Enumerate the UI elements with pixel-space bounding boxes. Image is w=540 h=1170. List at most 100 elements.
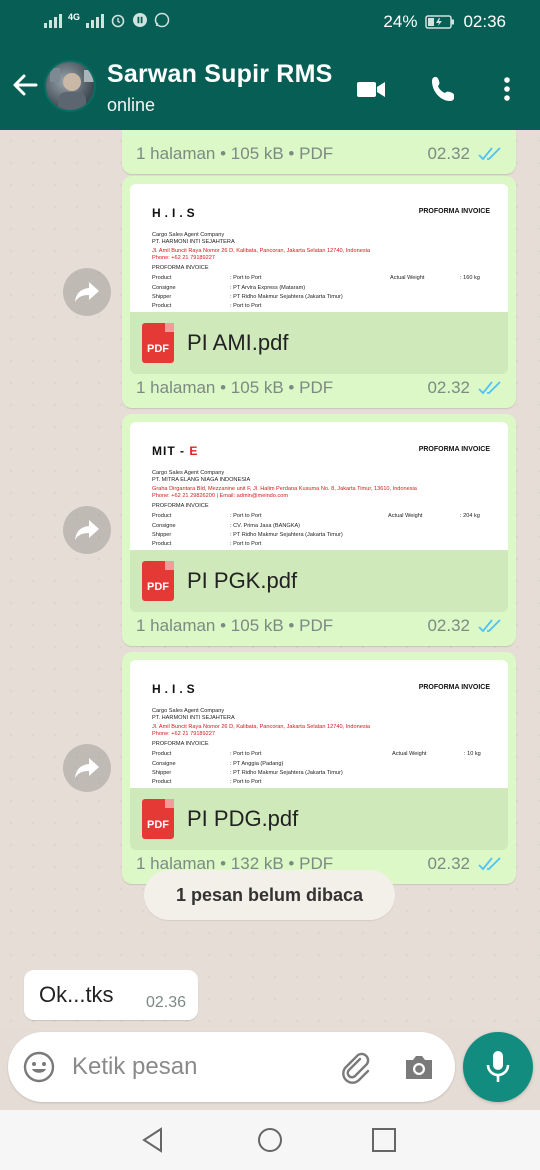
message-time: 02.32 — [427, 616, 470, 635]
document-meta: 1 halaman • 105 kB • PDF — [136, 616, 334, 635]
preview-row-value: : Port to Port — [230, 275, 262, 281]
video-call-icon[interactable] — [356, 74, 386, 104]
document-preview[interactable]: H.I.S PROFORMA INVOICE Cargo Sales Agent… — [130, 660, 508, 788]
camera-icon[interactable] — [403, 1052, 435, 1082]
preview-company: H.I.S — [152, 682, 199, 696]
pdf-file-icon: PDF — [142, 561, 174, 601]
document-meta: 1 halaman • 105 kB • PDF — [136, 144, 334, 163]
message-composer — [8, 1032, 455, 1102]
pdf-file-icon: PDF — [142, 323, 174, 363]
preview-company: H.I.S — [152, 206, 199, 220]
attach-icon[interactable] — [338, 1050, 372, 1084]
whatsapp-notification-icon — [154, 12, 170, 28]
preview-row-label: Product — [152, 303, 172, 309]
signal-icon-2 — [86, 12, 105, 28]
pause-notification-icon — [133, 13, 148, 27]
chat-header: Sarwan Supir RMS online — [0, 46, 540, 130]
file-name: PI PDG.pdf — [187, 806, 299, 831]
preview-line: PT. HARMONI INTI SEJAHTERA — [152, 715, 235, 721]
back-arrow-icon[interactable] — [10, 70, 40, 100]
preview-line: Cargo Sales Agent Company — [152, 470, 225, 476]
document-file[interactable]: PDF PI AMI.pdf — [130, 312, 508, 374]
pdf-file-icon: PDF — [142, 799, 174, 839]
more-options-icon[interactable] — [492, 74, 522, 104]
document-bubble[interactable]: MIT - E PROFORMA INVOICE Cargo Sales Age… — [122, 414, 516, 646]
preview-weight-value: : 204 kg — [460, 513, 480, 519]
preview-row-value: : Port to Port — [230, 541, 262, 547]
read-ticks-icon — [478, 857, 501, 871]
preview-line: Phone: +62 21 29826200 | Email: admin@me… — [152, 493, 289, 499]
document-preview[interactable]: MIT - E PROFORMA INVOICE Cargo Sales Age… — [130, 422, 508, 550]
nav-back-icon[interactable] — [140, 1127, 166, 1153]
message-time: 02.32 — [427, 144, 470, 163]
message-text: Ok...tks — [39, 982, 114, 1007]
clock: 02:36 — [463, 12, 506, 31]
forward-button[interactable] — [63, 506, 111, 554]
file-name: PI PGK.pdf — [187, 568, 298, 593]
preview-row-label: Product — [152, 541, 172, 547]
document-file[interactable]: PDF PI PDG.pdf — [130, 788, 508, 850]
emoji-icon[interactable] — [23, 1051, 55, 1083]
preview-row-label: Shipper — [152, 532, 172, 538]
preview-line: Phone: +62 21 79189227 — [152, 255, 215, 261]
status-bar: 4G 24% 02:36 — [0, 0, 540, 46]
forward-icon — [75, 282, 99, 302]
preview-doc-title: PROFORMA INVOICE — [418, 684, 490, 691]
preview-line: PT. HARMONI INTI SEJAHTERA — [152, 239, 235, 245]
alarm-icon — [111, 14, 125, 28]
document-meta: 1 halaman • 105 kB • PDF — [136, 378, 334, 397]
incoming-message-bubble[interactable]: Ok...tks 02.36 — [24, 970, 198, 1020]
preview-doc-title: PROFORMA INVOICE — [418, 446, 490, 453]
nav-recents-icon[interactable] — [371, 1127, 397, 1153]
preview-line: Jl. Amil Buncit Raya Nomor 26 D, Kalibat… — [152, 724, 370, 730]
preview-row-label: Shipper — [152, 294, 172, 300]
preview-weight-label: Actual Weight — [388, 513, 423, 519]
preview-line: PROFORMA INVOICE — [152, 503, 209, 509]
file-name: PI AMI.pdf — [187, 330, 289, 355]
document-bubble-partial[interactable]: 1 halaman • 105 kB • PDF 02.32 — [122, 130, 516, 174]
preview-row-value: : Port to Port — [230, 779, 262, 785]
preview-row-value: : PT Anggia (Padang) — [230, 761, 284, 767]
signal-icon — [44, 12, 62, 28]
preview-row-label: Product — [152, 513, 172, 519]
preview-row-value: : Port to Port — [230, 751, 262, 757]
network-type: 4G — [68, 12, 81, 22]
forward-button[interactable] — [63, 744, 111, 792]
document-file[interactable]: PDF PI PGK.pdf — [130, 550, 508, 612]
contact-avatar[interactable] — [44, 60, 96, 112]
forward-icon — [75, 520, 99, 540]
preview-weight-label: Actual Weight — [392, 751, 427, 757]
message-input[interactable] — [72, 1050, 322, 1084]
preview-row-value: : PT Ridho Makmur Sejahtera (Jakarta Tim… — [230, 532, 343, 538]
read-ticks-icon — [478, 381, 501, 395]
document-bubble[interactable]: H.I.S PROFORMA INVOICE Cargo Sales Agent… — [122, 176, 516, 408]
preview-row-value: : Port to Port — [230, 513, 262, 519]
preview-line: Phone: +62 21 79189227 — [152, 731, 215, 737]
voice-message-button[interactable] — [463, 1032, 533, 1102]
preview-doc-title: PROFORMA INVOICE — [418, 208, 490, 215]
nav-home-icon[interactable] — [257, 1127, 283, 1153]
contact-name[interactable]: Sarwan Supir RMS — [107, 60, 332, 89]
preview-row-label: Consigne — [152, 761, 176, 767]
preview-line: Cargo Sales Agent Company — [152, 232, 225, 238]
document-bubble[interactable]: H.I.S PROFORMA INVOICE Cargo Sales Agent… — [122, 652, 516, 884]
preview-row-value: : PT Arvira Express (Mataram) — [230, 285, 306, 291]
preview-row-label: Consigne — [152, 523, 176, 529]
preview-row-label: Product — [152, 275, 172, 281]
preview-company: MIT - E — [152, 444, 199, 458]
preview-row-value: : PT Ridho Makmur Sejahtera (Jakarta Tim… — [230, 770, 343, 776]
document-preview[interactable]: H.I.S PROFORMA INVOICE Cargo Sales Agent… — [130, 184, 508, 312]
preview-line: PROFORMA INVOICE — [152, 741, 209, 747]
read-ticks-icon — [478, 147, 501, 161]
preview-weight-value: : 160 kg — [460, 275, 480, 281]
preview-line: PT. MITRA ELANG NIAGA INDONESIA — [152, 477, 251, 483]
voice-call-icon[interactable] — [429, 74, 459, 104]
preview-row-value: : Port to Port — [230, 303, 262, 309]
forward-button[interactable] — [63, 268, 111, 316]
preview-row-value: : PT Ridho Makmur Sejahtera (Jakarta Tim… — [230, 294, 343, 300]
preview-row-label: Shipper — [152, 770, 172, 776]
chat-area[interactable]: 1 halaman • 105 kB • PDF 02.32 H.I.S PRO… — [0, 130, 540, 1030]
preview-line: Cargo Sales Agent Company — [152, 708, 225, 714]
system-nav-bar — [0, 1110, 540, 1170]
preview-row-label: Product — [152, 779, 172, 785]
